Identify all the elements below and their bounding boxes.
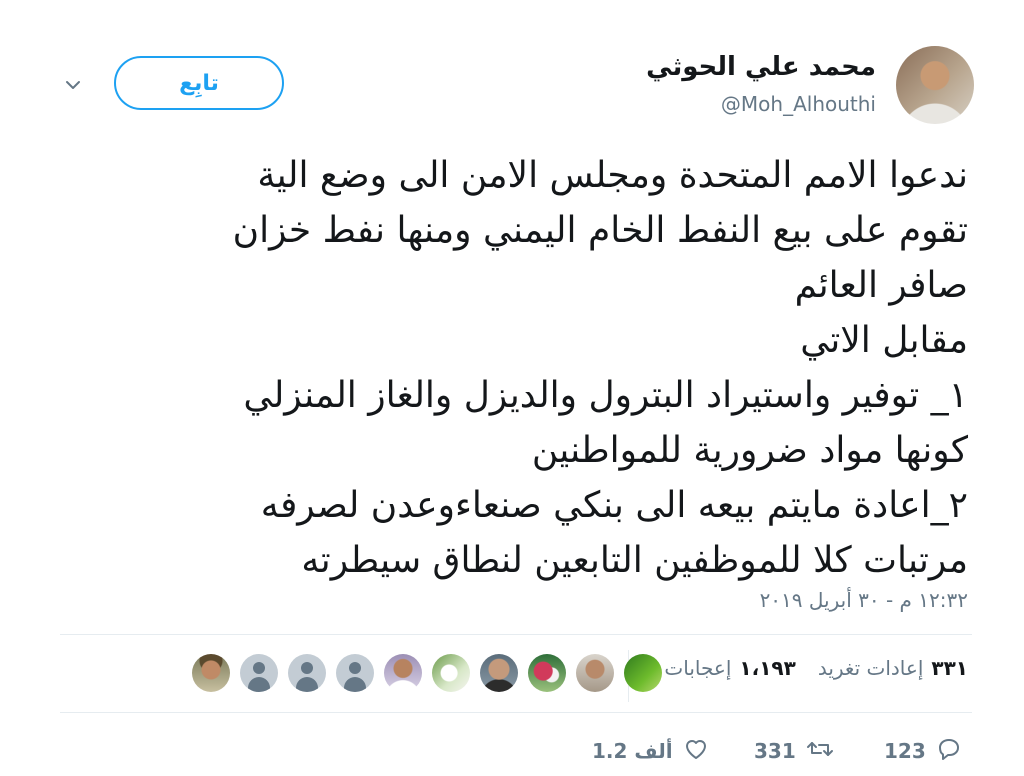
retweets-count: ٣٣١ — [931, 656, 968, 680]
reply-count: 123 — [884, 739, 926, 763]
tweet-line: تقوم على بيع النفط الخام اليمني ومنها نف… — [232, 210, 968, 251]
liker-avatar-default[interactable] — [336, 654, 374, 692]
tweet-line: ١_ توفير واستيراد البترول والديزل والغاز… — [243, 375, 968, 416]
retweets-stat[interactable]: ٣٣١ إعادات تغريد — [818, 656, 968, 680]
liker-avatar[interactable] — [624, 654, 662, 692]
author-handle[interactable]: @Moh_Alhouthi — [721, 92, 876, 116]
likes-count: ١،١٩٣ — [739, 656, 796, 680]
liker-avatar-default[interactable] — [288, 654, 326, 692]
tweet-line: كونها مواد ضرورية للمواطنين — [531, 430, 968, 471]
divider — [60, 712, 972, 713]
author-avatar[interactable] — [896, 46, 974, 124]
liker-avatar[interactable] — [576, 654, 614, 692]
like-action[interactable]: 1.2 ألف — [592, 736, 709, 766]
retweet-action[interactable]: 331 — [754, 736, 834, 766]
follow-button[interactable]: تابِع — [114, 56, 284, 110]
tweet-line: مقابل الاتي — [800, 320, 968, 361]
retweets-label: إعادات تغريد — [817, 656, 924, 680]
heart-icon[interactable] — [683, 736, 709, 767]
tweet-text: ندعوا الامم المتحدة ومجلس الامن الى وضع … — [48, 148, 968, 588]
liker-avatar[interactable] — [384, 654, 422, 692]
liker-avatar-default[interactable] — [240, 654, 278, 692]
tweet-stats: ٣٣١ إعادات تغريد ١،١٩٣ إعجابات — [664, 656, 968, 680]
reply-action[interactable]: 123 — [884, 736, 962, 766]
liker-avatars — [192, 654, 662, 692]
tweet-line: مرتبات كلا للموظفين التابعين لنطاق سيطرت… — [301, 540, 968, 581]
author-name[interactable]: محمد علي الحوثي — [646, 52, 876, 82]
tweet-line: ٢_اعادة مايتم بيعه الى بنكي صنعاءوعدن لص… — [260, 485, 968, 526]
likes-label: إعجابات — [664, 656, 732, 680]
tweet-line: ندعوا الامم المتحدة ومجلس الامن الى وضع … — [257, 155, 968, 196]
retweet-icon[interactable] — [806, 736, 834, 767]
chevron-down-icon[interactable] — [62, 74, 84, 96]
liker-avatar[interactable] — [432, 654, 470, 692]
likes-stat[interactable]: ١،١٩٣ إعجابات — [664, 656, 795, 680]
liker-avatar[interactable] — [528, 654, 566, 692]
liker-avatar[interactable] — [480, 654, 518, 692]
liker-avatar[interactable] — [192, 654, 230, 692]
reply-icon[interactable] — [936, 736, 962, 767]
retweet-count: 331 — [754, 739, 796, 763]
tweet-timestamp[interactable]: ١٢:٣٢ م - ٣٠ أبريل ٢٠١٩ — [760, 588, 968, 612]
tweet-line: صافر العائم — [794, 265, 968, 306]
divider — [60, 634, 972, 635]
like-count: 1.2 ألف — [592, 739, 673, 763]
